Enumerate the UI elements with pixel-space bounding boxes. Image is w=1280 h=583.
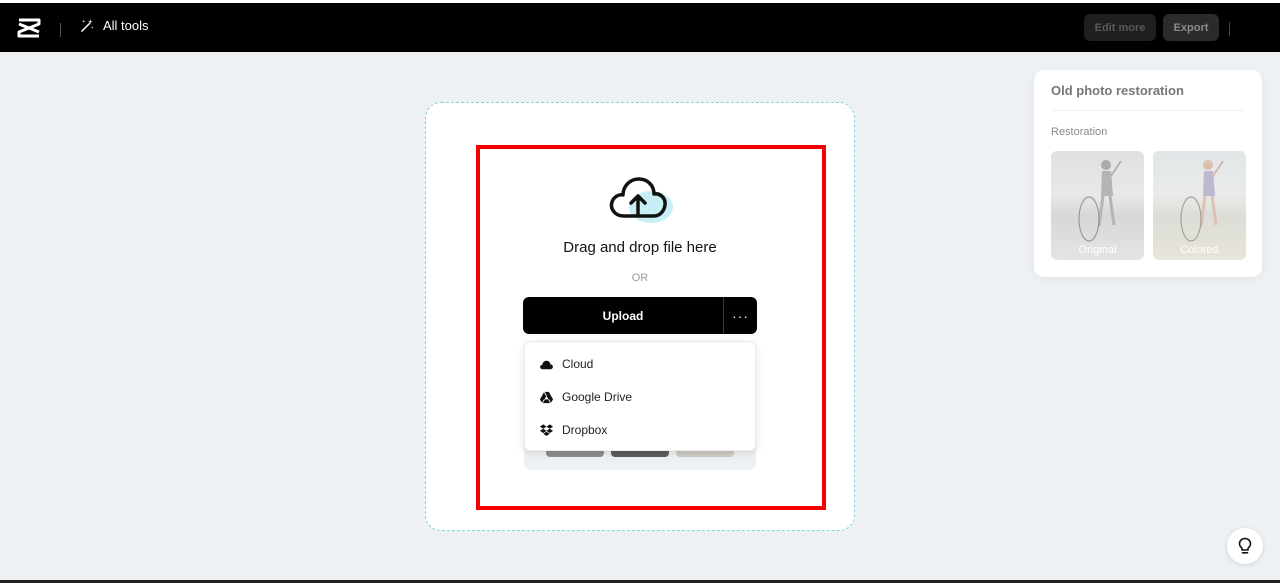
all-tools-label: All tools [103, 18, 149, 33]
menu-item-label: Google Drive [562, 390, 633, 404]
upload-button[interactable]: Upload [523, 297, 723, 334]
cloud-icon [540, 360, 553, 369]
more-options-button[interactable]: ··· [724, 297, 757, 334]
drag-drop-text: Drag and drop file here [563, 239, 717, 256]
lightbulb-icon [1238, 537, 1252, 554]
panel-title: Old photo restoration [1051, 83, 1184, 98]
colored-photo-example: Colored [1153, 151, 1246, 260]
upload-button-group: Upload ··· [523, 297, 757, 334]
menu-item-cloud[interactable]: Cloud [539, 354, 593, 374]
edit-more-button[interactable]: Edit more [1084, 14, 1156, 41]
or-separator: OR [631, 272, 649, 284]
panel-section-label: Restoration [1051, 126, 1108, 138]
upload-source-menu: Cloud Google Drive Dropbox [524, 341, 756, 451]
top-bar: All tools Edit more Export [0, 0, 1280, 52]
header-divider-right [1229, 22, 1230, 36]
header-divider [60, 23, 61, 37]
capcut-logo-icon[interactable] [17, 17, 41, 39]
magic-wand-icon [81, 19, 94, 32]
original-photo-example: Original [1051, 151, 1144, 260]
menu-item-label: Dropbox [562, 423, 608, 437]
export-button[interactable]: Export [1163, 14, 1219, 41]
google-drive-icon [539, 391, 554, 403]
menu-item-dropbox[interactable]: Dropbox [539, 420, 607, 440]
panel-divider [1051, 110, 1245, 111]
all-tools-button[interactable]: All tools [80, 18, 149, 33]
photo-label: Colored [1180, 244, 1219, 256]
menu-item-label: Cloud [562, 357, 594, 371]
dropbox-icon [539, 423, 554, 436]
cloud-upload-icon [609, 177, 673, 223]
tips-button[interactable] [1227, 528, 1263, 564]
menu-item-google-drive[interactable]: Google Drive [539, 387, 632, 407]
photo-label: Original [1078, 244, 1117, 256]
tool-info-panel: Old photo restoration Restoration Origin… [1034, 70, 1262, 277]
